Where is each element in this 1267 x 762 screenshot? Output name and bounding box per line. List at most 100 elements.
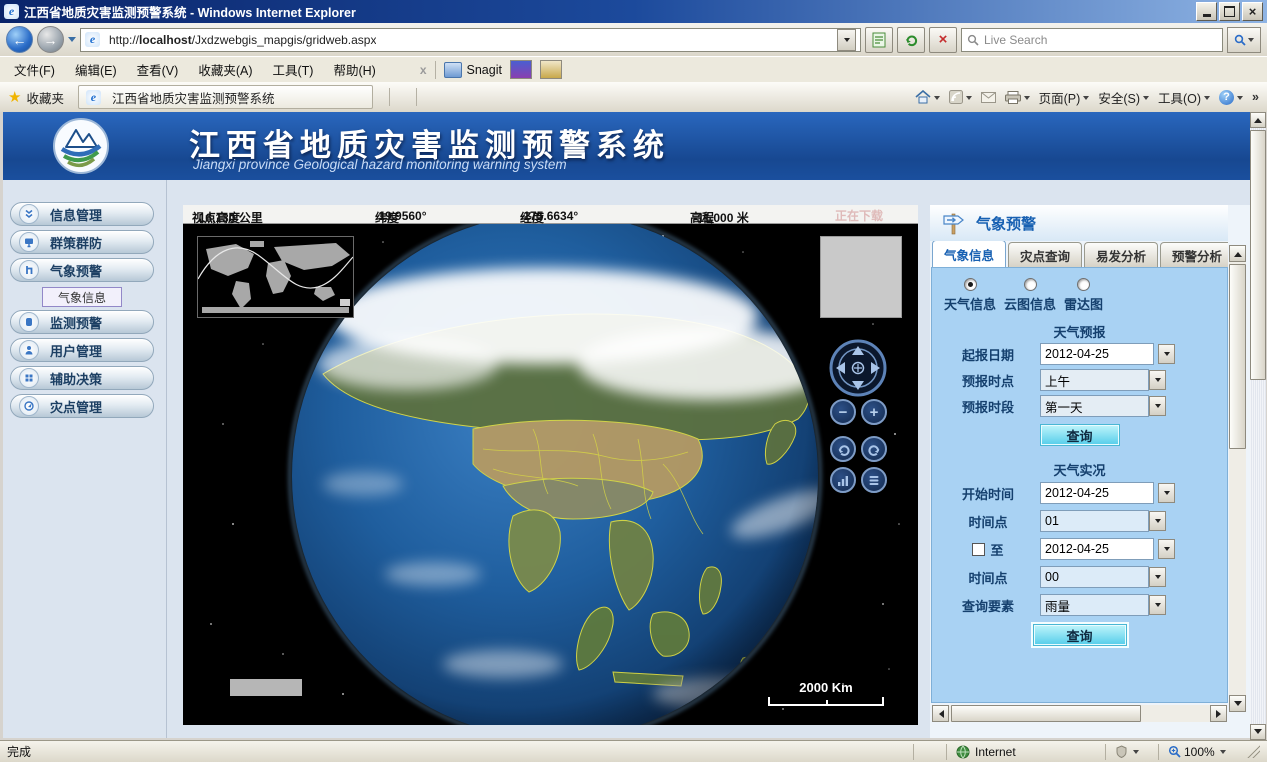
site-logo xyxy=(51,116,111,176)
globe-viewport[interactable]: 2000 Km xyxy=(183,224,918,725)
radio-icon[interactable] xyxy=(1077,278,1090,291)
home-button[interactable] xyxy=(915,90,940,104)
page-menu[interactable]: 页面(P) xyxy=(1039,88,1090,107)
radio-weather-info[interactable]: 天气信息 xyxy=(944,278,996,313)
radio-radar-image[interactable]: 雷达图 xyxy=(1064,278,1103,313)
sidebar-item-monitor-warning[interactable]: 监测预警 xyxy=(10,310,154,334)
help-menu[interactable] xyxy=(1219,90,1243,105)
scroll-right-button[interactable] xyxy=(1210,705,1227,722)
radio-selected-icon[interactable] xyxy=(964,278,977,291)
forecast-date-select[interactable]: 2012-04-25 xyxy=(1040,343,1175,365)
scroll-left-button[interactable] xyxy=(932,705,949,722)
sidebar-item-decision-support[interactable]: 辅助决策 xyxy=(10,366,154,390)
separator xyxy=(416,88,417,106)
zoom-out-button[interactable] xyxy=(830,399,856,425)
sidebar-subitem-weather-info[interactable]: 气象信息 xyxy=(42,287,122,307)
menu-favorites[interactable]: 收藏夹(A) xyxy=(188,56,262,83)
sidebar-item-info-management[interactable]: 信息管理 xyxy=(10,202,154,226)
rotate-ccw-button[interactable] xyxy=(861,436,887,462)
scroll-thumb[interactable] xyxy=(1229,264,1246,449)
resize-grip[interactable] xyxy=(1247,745,1260,758)
layers-button[interactable] xyxy=(861,467,887,493)
page-vertical-scrollbar[interactable] xyxy=(1250,112,1266,740)
forecast-time-select[interactable]: 上午 xyxy=(1040,369,1166,391)
panel-vertical-scrollbar[interactable] xyxy=(1229,245,1246,712)
minimize-button[interactable] xyxy=(1196,2,1217,21)
menu-file[interactable]: 文件(F) xyxy=(4,56,65,83)
tab-warning-analysis[interactable]: 预警分析 xyxy=(1160,242,1228,267)
close-button[interactable] xyxy=(1242,2,1263,21)
scroll-up-button[interactable] xyxy=(1229,245,1246,262)
rotate-cw-button[interactable] xyxy=(830,436,856,462)
menu-edit[interactable]: 编辑(E) xyxy=(65,56,127,83)
sidebar-item-hazard-management[interactable]: 灾点管理 xyxy=(10,394,154,418)
forward-button[interactable] xyxy=(37,26,64,53)
actual-end-date-select[interactable]: 2012-04-25 xyxy=(1040,538,1175,560)
panel-tabs: 气象信息 灾点查询 易发分析 预警分析 xyxy=(932,241,1228,267)
menu-tools[interactable]: 工具(T) xyxy=(262,56,323,83)
forecast-period-select[interactable]: 第一天 xyxy=(1040,395,1166,417)
dropdown-arrow-icon[interactable] xyxy=(1158,483,1175,503)
maximize-button[interactable] xyxy=(1219,2,1240,21)
tab-hazard-query[interactable]: 灾点查询 xyxy=(1008,242,1082,267)
overflow-chevron-icon[interactable] xyxy=(1252,90,1259,104)
radio-cloud-image[interactable]: 云图信息 xyxy=(1004,278,1056,313)
menu-view[interactable]: 查看(V) xyxy=(127,56,189,83)
dropdown-arrow-icon[interactable] xyxy=(1149,370,1166,390)
actual-hour-select[interactable]: 01 xyxy=(1040,510,1166,532)
radio-icon[interactable] xyxy=(1024,278,1037,291)
dropdown-arrow-icon[interactable] xyxy=(1149,567,1166,587)
panel-horizontal-scrollbar[interactable] xyxy=(932,705,1227,722)
zoom-in-button[interactable] xyxy=(861,399,887,425)
dropdown-arrow-icon[interactable] xyxy=(1158,344,1175,364)
scroll-down-button[interactable] xyxy=(1229,695,1246,712)
to-date-checkbox[interactable] xyxy=(972,543,985,556)
mail-button[interactable] xyxy=(981,92,996,103)
page-tab[interactable]: e 江西省地质灾害监测预警系统 xyxy=(78,85,373,109)
tilt-button[interactable] xyxy=(830,467,856,493)
actual-hour2-select[interactable]: 00 xyxy=(1040,566,1166,588)
search-go-button[interactable] xyxy=(1227,27,1261,53)
tab-weather-info[interactable]: 气象信息 xyxy=(932,241,1006,267)
dropdown-arrow-icon[interactable] xyxy=(1149,511,1166,531)
stop-button[interactable] xyxy=(929,27,957,53)
forecast-query-button[interactable]: 查询 xyxy=(1040,424,1120,446)
sidebar-item-mass-prevention[interactable]: 群策群防 xyxy=(10,230,154,254)
actual-start-date-select[interactable]: 2012-04-25 xyxy=(1040,482,1175,504)
snagit-capture-button[interactable] xyxy=(510,60,532,79)
go-button[interactable] xyxy=(865,27,893,53)
scroll-down-button[interactable] xyxy=(1250,724,1266,740)
actual-query-button[interactable]: 查询 xyxy=(1033,624,1127,646)
pan-control[interactable] xyxy=(828,338,888,398)
tab-susceptibility-analysis[interactable]: 易发分析 xyxy=(1084,242,1158,267)
toolbar-close-icon[interactable] xyxy=(420,63,427,77)
print-button[interactable] xyxy=(1005,91,1030,104)
address-input[interactable]: e http://localhost/Jxdzwebgis_mapgis/gri… xyxy=(80,28,861,52)
feeds-button[interactable] xyxy=(949,90,972,104)
scroll-up-button[interactable] xyxy=(1250,112,1266,128)
snagit-label[interactable]: Snagit xyxy=(467,63,502,77)
menu-help[interactable]: 帮助(H) xyxy=(323,56,385,83)
dropdown-arrow-icon[interactable] xyxy=(1149,595,1166,615)
address-dropdown-button[interactable] xyxy=(837,29,856,51)
refresh-button[interactable] xyxy=(897,27,925,53)
dropdown-arrow-icon[interactable] xyxy=(1149,396,1166,416)
favorites-label[interactable]: 收藏夹 xyxy=(26,88,64,107)
query-element-select[interactable]: 雨量 xyxy=(1040,594,1166,616)
sidebar-item-user-management[interactable]: 用户管理 xyxy=(10,338,154,362)
safety-menu[interactable]: 安全(S) xyxy=(1098,88,1149,107)
zoom-control[interactable]: 100% xyxy=(1158,744,1247,760)
scroll-thumb[interactable] xyxy=(951,705,1141,722)
snagit-profile-button[interactable] xyxy=(540,60,562,79)
url-host: localhost xyxy=(139,33,192,47)
tools-menu[interactable]: 工具(O) xyxy=(1158,88,1210,107)
sidebar-item-weather-warning[interactable]: 气象预警 xyxy=(10,258,154,282)
protected-mode-cell[interactable] xyxy=(1105,744,1158,760)
search-input[interactable]: Live Search xyxy=(961,28,1223,52)
scroll-thumb[interactable] xyxy=(1250,130,1266,380)
favorites-star-icon[interactable] xyxy=(8,88,21,106)
history-dropdown-icon[interactable] xyxy=(68,37,76,46)
overview-world-map[interactable] xyxy=(197,236,354,318)
back-button[interactable] xyxy=(6,26,33,53)
dropdown-arrow-icon[interactable] xyxy=(1158,539,1175,559)
